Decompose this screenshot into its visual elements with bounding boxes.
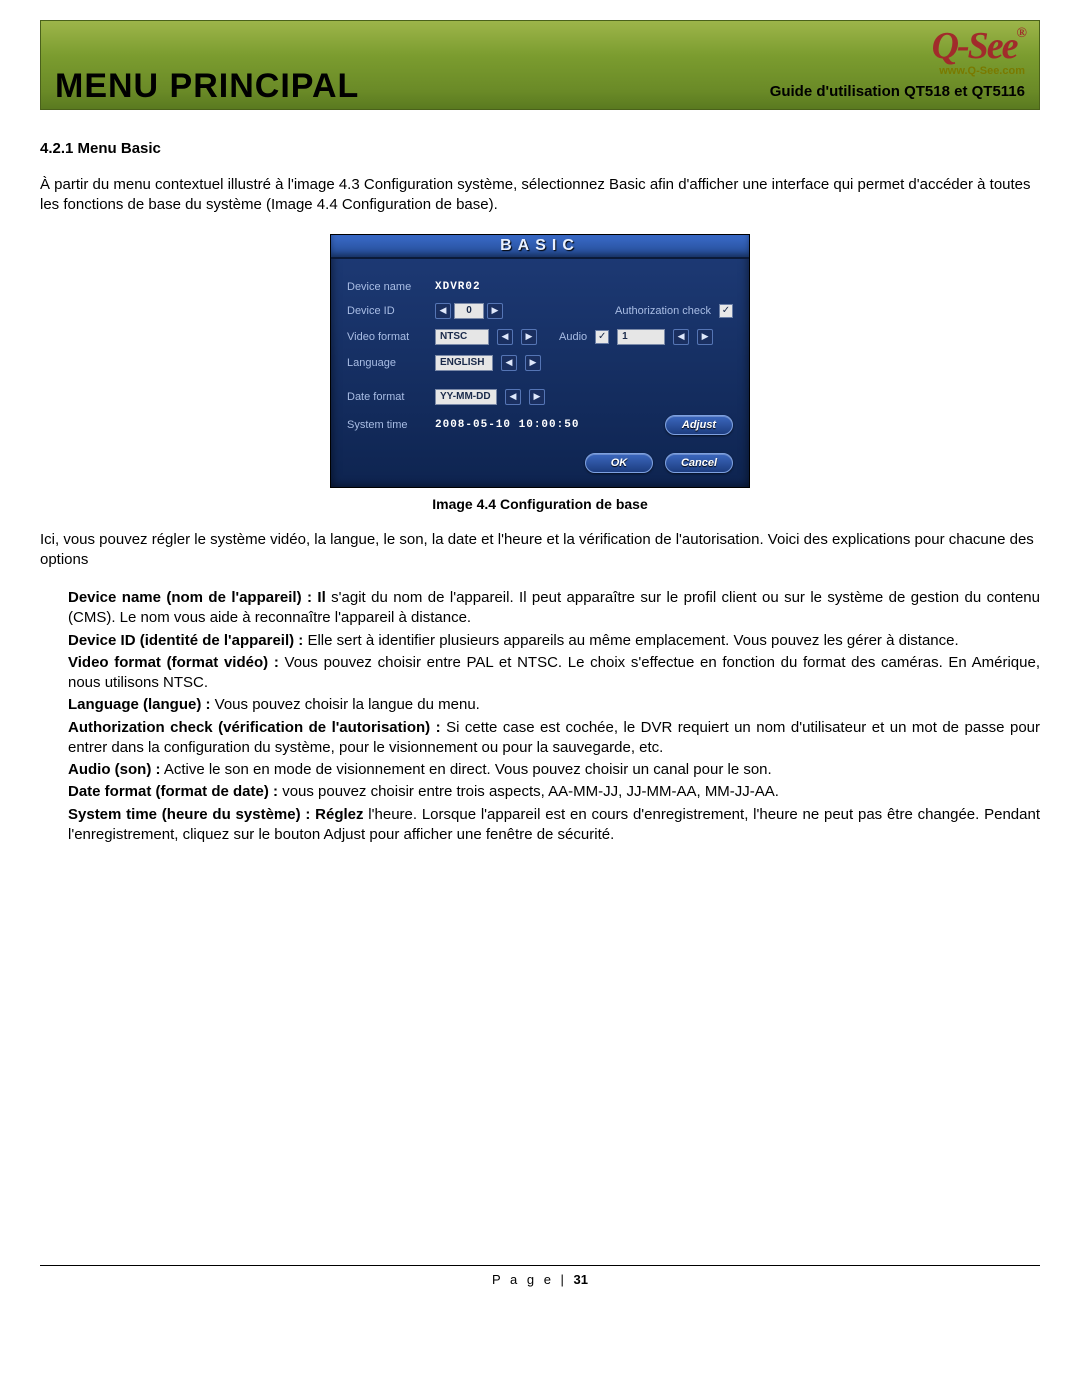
label-auth-check: Authorization check xyxy=(615,305,711,317)
adjust-button[interactable]: Adjust xyxy=(665,415,733,435)
header-banner: Q-See® www.Q-See.com MENU PRINCIPAL Guid… xyxy=(40,20,1040,110)
row-language: Language ENGLISH ◀ ▶ xyxy=(347,355,733,371)
page-label: P a g e | xyxy=(492,1272,567,1287)
def-date-format: Date format (format de date) : vous pouv… xyxy=(68,782,1040,802)
def-system-time: System time (heure du système) : Réglez … xyxy=(68,805,1040,846)
value-device-name[interactable]: XDVR02 xyxy=(435,281,481,293)
def-text: vous pouvez choisir entre trois aspects,… xyxy=(278,783,779,800)
language-value[interactable]: ENGLISH xyxy=(435,355,493,371)
label-device-id: Device ID xyxy=(347,305,427,317)
device-id-left-icon[interactable]: ◀ xyxy=(435,303,451,319)
system-time-value[interactable]: 2008-05-10 10:00:50 xyxy=(435,419,579,431)
def-device-id: Device ID (identité de l'appareil) : Ell… xyxy=(68,631,1040,651)
def-term: Date format (format de date) : xyxy=(68,783,278,800)
row-system-time: System time 2008-05-10 10:00:50 Adjust xyxy=(347,415,733,435)
dvr-titlebar: BASIC xyxy=(331,235,749,259)
definitions-block: Device name (nom de l'appareil) : Il s'a… xyxy=(40,588,1040,845)
audio-checkbox[interactable]: ✓ xyxy=(595,330,609,344)
label-date-format: Date format xyxy=(347,391,427,403)
def-auth-check: Authorization check (vérification de l'a… xyxy=(68,718,1040,759)
row-date-format: Date format YY-MM-DD ◀ ▶ xyxy=(347,389,733,405)
figure-caption: Image 4.4 Configuration de base xyxy=(40,496,1040,512)
device-id-right-icon[interactable]: ▶ xyxy=(487,303,503,319)
audio-channel-value[interactable]: 1 xyxy=(617,329,665,345)
language-left-icon[interactable]: ◀ xyxy=(501,355,517,371)
logo-url: www.Q-See.com xyxy=(932,65,1025,77)
logo-block: Q-See® www.Q-See.com xyxy=(932,27,1025,77)
page-title: MENU PRINCIPAL xyxy=(55,69,359,103)
def-term: System time (heure du système) : Réglez xyxy=(68,806,364,823)
figure-wrap: BASIC Device name XDVR02 Device ID ◀ 0 ▶ xyxy=(40,234,1040,488)
label-device-name: Device name xyxy=(347,281,427,293)
def-term: Video format (format vidéo) : xyxy=(68,654,279,671)
date-format-right-icon[interactable]: ▶ xyxy=(529,389,545,405)
video-format-left-icon[interactable]: ◀ xyxy=(497,329,513,345)
cancel-button[interactable]: Cancel xyxy=(665,453,733,473)
def-term: Device name (nom de l'appareil) : Il xyxy=(68,589,326,606)
audio-right-icon[interactable]: ▶ xyxy=(697,329,713,345)
logo-text: Q-See® xyxy=(932,27,1025,65)
dvr-button-row: OK Cancel xyxy=(347,453,733,473)
document-content: 4.2.1 Menu Basic À partir du menu contex… xyxy=(40,110,1040,845)
def-term: Authorization check (vérification de l'a… xyxy=(68,719,441,736)
def-language: Language (langue) : Vous pouvez choisir … xyxy=(68,695,1040,715)
section-heading: 4.2.1 Menu Basic xyxy=(40,140,1040,157)
label-language: Language xyxy=(347,357,427,369)
page-subtitle: Guide d'utilisation QT518 et QT5116 xyxy=(770,83,1025,100)
row-device-id: Device ID ◀ 0 ▶ Authorization check ✓ xyxy=(347,303,733,319)
def-text: Vous pouvez choisir la langue du menu. xyxy=(211,696,480,713)
language-right-icon[interactable]: ▶ xyxy=(525,355,541,371)
def-term: Language (langue) : xyxy=(68,696,211,713)
device-id-stepper: ◀ 0 ▶ xyxy=(435,303,503,319)
def-device-name: Device name (nom de l'appareil) : Il s'a… xyxy=(68,588,1040,629)
def-text: Active le son en mode de visionnement en… xyxy=(160,761,771,778)
label-system-time: System time xyxy=(347,419,427,431)
video-format-right-icon[interactable]: ▶ xyxy=(521,329,537,345)
dvr-title: BASIC xyxy=(500,237,580,254)
logo-registered: ® xyxy=(1017,26,1025,41)
def-term: Device ID (identité de l'appareil) : xyxy=(68,632,303,649)
ok-button[interactable]: OK xyxy=(585,453,653,473)
def-text: Elle sert à identifier plusieurs apparei… xyxy=(303,632,958,649)
after-figure-paragraph: Ici, vous pouvez régler le système vidéo… xyxy=(40,530,1040,571)
logo-name: Q-See xyxy=(932,25,1017,67)
label-video-format: Video format xyxy=(347,331,427,343)
intro-paragraph: À partir du menu contextuel illustré à l… xyxy=(40,175,1040,216)
def-video-format: Video format (format vidéo) : Vous pouve… xyxy=(68,653,1040,694)
label-audio: Audio xyxy=(559,331,587,343)
page-footer: P a g e | 31 xyxy=(40,1265,1040,1287)
dvr-body: Device name XDVR02 Device ID ◀ 0 ▶ Autho… xyxy=(331,259,749,487)
page-number: 31 xyxy=(574,1272,588,1287)
dvr-basic-panel: BASIC Device name XDVR02 Device ID ◀ 0 ▶ xyxy=(330,234,750,488)
row-device-name: Device name XDVR02 xyxy=(347,281,733,293)
audio-left-icon[interactable]: ◀ xyxy=(673,329,689,345)
date-format-value[interactable]: YY-MM-DD xyxy=(435,389,497,405)
row-video-format: Video format NTSC ◀ ▶ Audio ✓ 1 ◀ ▶ xyxy=(347,329,733,345)
device-id-value[interactable]: 0 xyxy=(454,303,484,319)
def-audio: Audio (son) : Active le son en mode de v… xyxy=(68,760,1040,780)
auth-check-checkbox[interactable]: ✓ xyxy=(719,304,733,318)
def-term: Audio (son) : xyxy=(68,761,160,778)
date-format-left-icon[interactable]: ◀ xyxy=(505,389,521,405)
video-format-value[interactable]: NTSC xyxy=(435,329,489,345)
